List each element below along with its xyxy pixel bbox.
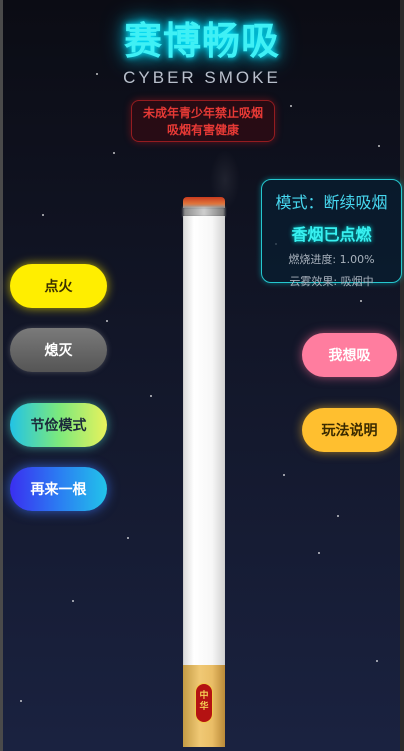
star	[150, 395, 152, 397]
warning-line-health: 吸烟有害健康	[166, 123, 239, 137]
app-subtitle: CYBER SMOKE	[123, 68, 281, 87]
inhale-button[interactable]: 我想吸	[302, 333, 397, 377]
star	[376, 660, 378, 662]
app-title: 赛博畅吸	[123, 19, 280, 63]
another-cigarette-button[interactable]: 再来一根	[10, 467, 107, 511]
star	[360, 300, 362, 302]
star	[72, 600, 74, 602]
frame-edge-left	[0, 0, 3, 751]
cigarette-paper	[183, 216, 225, 665]
cigarette-state: 香烟已点燃	[291, 225, 372, 244]
brand-char-1: 中	[199, 691, 209, 701]
brand-badge: 中 华	[195, 683, 213, 723]
cigarette[interactable]: 中 华	[183, 197, 225, 747]
star	[318, 552, 320, 554]
burn-progress: 燃烧进度: 1.00%	[288, 253, 375, 266]
guide-button[interactable]: 玩法说明	[302, 408, 397, 452]
mode-label: 模式：断续吸烟	[275, 193, 388, 212]
star	[283, 474, 285, 476]
cigarette-filter: 中 华	[183, 665, 225, 747]
star	[290, 105, 292, 107]
saver-mode-button[interactable]: 节俭模式	[10, 403, 107, 447]
smoke-effect: 云雾效果: 吸烟中	[289, 275, 374, 288]
star	[337, 515, 339, 517]
warning-line-minors: 未成年青少年禁止吸烟	[142, 106, 263, 120]
extinguish-button[interactable]: 熄灭	[10, 328, 107, 372]
star	[42, 214, 44, 216]
frame-edge-right	[400, 0, 404, 751]
star	[113, 152, 115, 154]
star	[127, 537, 129, 539]
ignite-button[interactable]: 点火	[10, 264, 107, 308]
health-warning: 未成年青少年禁止吸烟 吸烟有害健康	[131, 100, 275, 142]
star	[378, 145, 380, 147]
star	[20, 700, 22, 702]
status-panel: 模式：断续吸烟 香烟已点燃 燃烧进度: 1.00% 云雾效果: 吸烟中	[261, 179, 402, 288]
star	[106, 320, 108, 322]
brand-char-2: 华	[199, 702, 209, 712]
